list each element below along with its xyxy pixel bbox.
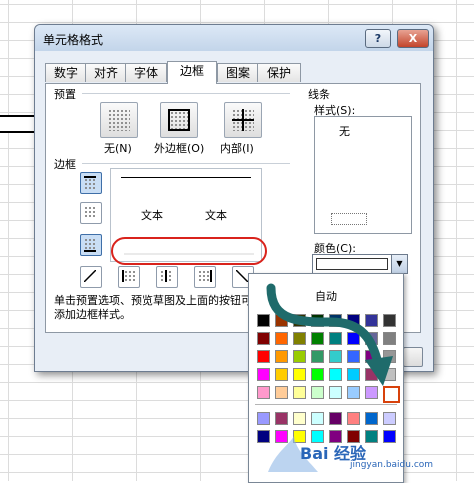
preview-text-right: 文本	[205, 209, 227, 222]
palette-swatch[interactable]	[365, 430, 378, 443]
tab-number[interactable]: 数字	[45, 63, 87, 82]
tab-alignment[interactable]: 对齐	[85, 63, 127, 82]
border-inside-icon	[232, 109, 254, 131]
border-bottom-icon	[84, 238, 96, 252]
preset-inside-button[interactable]	[224, 102, 262, 138]
border-middle-horizontal-button[interactable]	[80, 202, 102, 224]
tab-border[interactable]: 边框	[167, 61, 217, 84]
palette-swatch[interactable]	[311, 412, 324, 425]
border-middle-horizontal-icon	[84, 206, 96, 218]
line-color-dropdown[interactable]: ▼	[312, 254, 408, 274]
border-left-button[interactable]	[118, 266, 140, 288]
presets-label: 预置	[54, 88, 76, 101]
border-middle-vertical-button[interactable]	[156, 266, 178, 288]
line-style-dotted[interactable]	[331, 213, 367, 225]
preset-none-button[interactable]	[100, 102, 138, 138]
ok-button-edge[interactable]	[403, 347, 423, 367]
dialog-title: 单元格格式	[43, 33, 104, 47]
line-style-none[interactable]: 无	[339, 123, 350, 139]
line-section-label: 线条	[308, 88, 330, 101]
palette-divider	[255, 404, 397, 405]
watermark-url: jingyan.baidu.com	[350, 460, 434, 470]
dialog-titlebar: 单元格格式 ? X	[35, 25, 433, 51]
tab-font[interactable]: 字体	[125, 63, 167, 82]
palette-swatch[interactable]	[293, 412, 306, 425]
help-button[interactable]: ?	[365, 29, 391, 48]
palette-swatch[interactable]	[257, 412, 270, 425]
preset-inside-label: 内部(I)	[220, 142, 254, 155]
help-text: 单击预置选项、预览草图及上面的按钮可以添加边框样式。	[54, 294, 263, 321]
palette-swatch[interactable]	[275, 412, 288, 425]
palette-swatch[interactable]	[383, 430, 396, 443]
border-middle-vertical-icon	[160, 270, 172, 282]
line-color-swatch	[316, 258, 388, 270]
selected-cell[interactable]	[0, 115, 38, 133]
border-right-button[interactable]	[194, 266, 216, 288]
border-outline-icon	[168, 109, 190, 131]
preset-outline-label: 外边框(O)	[154, 142, 205, 155]
border-top-button[interactable]	[80, 172, 102, 194]
tab-protection[interactable]: 保护	[257, 63, 301, 82]
border-left-icon	[122, 270, 136, 282]
palette-swatch[interactable]	[365, 412, 378, 425]
palette-swatch[interactable]	[347, 412, 360, 425]
preset-outline-button[interactable]	[160, 102, 198, 138]
border-divider	[82, 163, 290, 164]
highlight-ellipse	[111, 237, 267, 265]
close-button[interactable]: X	[397, 29, 429, 48]
border-diagonal-up-icon	[84, 270, 96, 282]
preset-none-label: 无(N)	[104, 142, 132, 155]
border-diagonal-down-icon	[236, 270, 248, 282]
pointer-arrow	[266, 283, 393, 386]
tab-patterns[interactable]: 图案	[217, 63, 259, 82]
border-none-icon	[108, 109, 130, 131]
border-bottom-button[interactable]	[80, 234, 102, 256]
border-section-label: 边框	[54, 158, 76, 171]
border-diagonal-up-button[interactable]	[80, 266, 102, 288]
border-right-icon	[198, 270, 212, 282]
presets-divider	[82, 93, 290, 94]
chevron-down-icon[interactable]: ▼	[391, 255, 407, 273]
palette-swatch[interactable]	[383, 412, 396, 425]
line-style-list[interactable]: 无	[314, 116, 412, 234]
palette-swatch[interactable]	[329, 412, 342, 425]
preview-text-left: 文本	[141, 209, 163, 222]
border-top-icon	[84, 176, 96, 190]
